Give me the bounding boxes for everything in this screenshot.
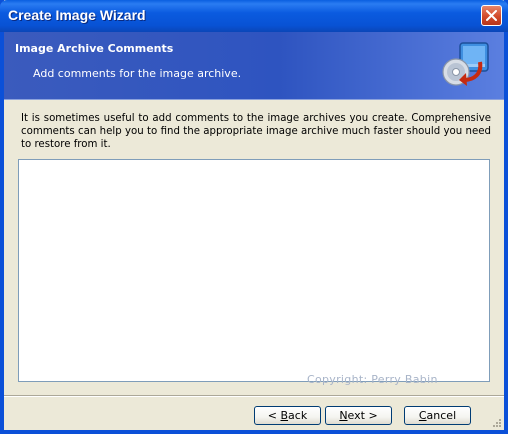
cancel-accelerator: C — [418, 409, 427, 422]
next-accelerator: N — [339, 409, 348, 422]
header-title: Image Archive Comments — [15, 42, 174, 55]
header-subtitle: Add comments for the image archive. — [33, 67, 242, 80]
back-accelerator: B — [280, 409, 289, 422]
next-button[interactable]: Next > — [325, 406, 392, 425]
comments-textarea[interactable] — [18, 159, 490, 382]
resize-grip-icon[interactable] — [491, 417, 502, 428]
wizard-window: Create Image Wizard Image Archive Commen… — [0, 0, 508, 434]
footer-separator — [4, 395, 504, 397]
cancel-button[interactable]: Cancel — [404, 406, 471, 425]
window-title: Create Image Wizard — [8, 7, 146, 23]
description-text: It is sometimes useful to add comments t… — [21, 113, 491, 150]
back-button[interactable]: < Back — [254, 406, 321, 425]
wizard-content: It is sometimes useful to add comments t… — [4, 100, 504, 394]
back-label: ack — [288, 409, 308, 422]
watermark-text: Copyright: Perry Babin — [307, 373, 438, 386]
wizard-header: Image Archive Comments Add comments for … — [4, 32, 504, 100]
back-prefix: < — [267, 409, 281, 422]
next-label: ext > — [347, 409, 378, 422]
disk-restore-icon — [442, 42, 489, 86]
title-bar[interactable]: Create Image Wizard — [0, 0, 508, 32]
cancel-label: ancel — [426, 409, 457, 422]
close-button[interactable] — [481, 5, 502, 26]
close-icon — [486, 10, 497, 21]
